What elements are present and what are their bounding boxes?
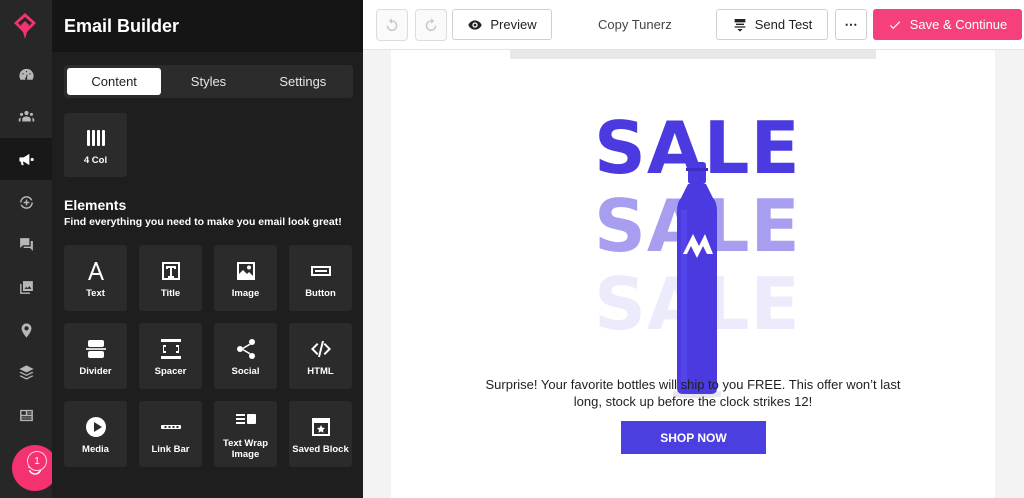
layers-icon <box>18 364 34 380</box>
check-icon <box>889 20 900 29</box>
tab-settings[interactable]: Settings <box>256 68 350 95</box>
location-icon <box>21 322 31 338</box>
preview-label: Preview <box>490 17 537 32</box>
eye-icon <box>468 19 483 30</box>
automation-icon <box>19 195 33 209</box>
rail-conversations[interactable] <box>0 223 52 265</box>
tab-styles[interactable]: Styles <box>161 68 255 95</box>
element-saved-block[interactable]: Saved Block <box>289 401 352 467</box>
element-label: Image <box>231 287 260 299</box>
redo-button[interactable] <box>415 9 447 41</box>
document-name: Copy Tunerz <box>598 17 672 32</box>
text-wrap-icon <box>235 414 256 424</box>
megaphone-icon <box>18 153 34 165</box>
rail-campaigns[interactable] <box>0 138 52 180</box>
dashboard-icon <box>18 68 34 80</box>
element-button[interactable]: Button <box>289 245 352 311</box>
notification-badge: 1 <box>27 451 47 471</box>
panel-title: Email Builder <box>64 15 180 36</box>
canvas-gutter <box>995 50 1024 498</box>
rail-locations[interactable] <box>0 309 52 351</box>
top-toolbar: Preview Copy Tunerz Send Test ⋯ Save & C… <box>363 0 1024 50</box>
rail-dashboard[interactable] <box>0 53 52 95</box>
left-rail: 1 <box>0 0 58 498</box>
text-icon <box>87 261 104 280</box>
element-label: Media <box>82 443 109 455</box>
share-icon <box>236 338 255 359</box>
rail-templates[interactable] <box>0 351 52 393</box>
undo-icon <box>386 18 398 31</box>
title-icon <box>161 261 180 280</box>
tab-content[interactable]: Content <box>67 68 162 95</box>
shop-now-button[interactable]: SHOP NOW <box>621 421 766 454</box>
newspaper-icon <box>19 409 33 421</box>
element-divider[interactable]: Divider <box>64 323 127 389</box>
redo-icon <box>425 18 437 31</box>
element-label: Saved Block <box>292 443 349 455</box>
element-label: HTML <box>307 365 334 377</box>
rail-contacts[interactable] <box>0 95 52 137</box>
element-html[interactable]: HTML <box>289 323 352 389</box>
element-text[interactable]: Text <box>64 245 127 311</box>
spacer-icon <box>160 338 181 359</box>
saved-block-icon <box>311 417 330 436</box>
panel-header: Email Builder <box>52 0 363 52</box>
email-canvas[interactable]: SALE SALE SALE Surprise! Your favorite b… <box>391 50 995 498</box>
chat-icon <box>19 237 33 251</box>
divider-icon <box>85 339 106 358</box>
element-label: Text <box>86 287 105 299</box>
gallery-icon <box>19 280 33 294</box>
button-icon <box>310 265 331 276</box>
elements-subtitle: Find everything you need to make you ema… <box>64 216 342 228</box>
element-text-wrap-image[interactable]: Text Wrap Image <box>214 401 277 467</box>
bottle-image[interactable] <box>673 162 721 398</box>
promo-text: Surprise! Your favorite bottles will shi… <box>485 377 901 409</box>
element-spacer[interactable]: Spacer <box>139 323 202 389</box>
element-label: Link Bar <box>151 443 190 455</box>
link-bar-icon <box>160 424 181 429</box>
play-icon <box>85 416 106 437</box>
rail-media[interactable] <box>0 266 52 308</box>
element-media[interactable]: Media <box>64 401 127 467</box>
send-test-label: Send Test <box>754 17 813 32</box>
element-image[interactable]: Image <box>214 245 277 311</box>
code-icon <box>310 340 331 357</box>
panel-tabs: Content Styles Settings <box>64 65 353 98</box>
save-continue-label: Save & Continue <box>909 17 1008 32</box>
more-options-button[interactable]: ⋯ <box>835 9 867 40</box>
app-logo-icon[interactable] <box>12 12 38 40</box>
preview-button[interactable]: Preview <box>452 9 552 40</box>
undo-button[interactable] <box>376 9 408 41</box>
block-4-col[interactable]: 4 Col <box>64 113 127 177</box>
save-continue-button[interactable]: Save & Continue <box>873 9 1022 40</box>
rail-reports[interactable] <box>0 394 52 436</box>
elements-heading: Elements <box>64 197 127 213</box>
element-social[interactable]: Social <box>214 323 277 389</box>
element-link-bar[interactable]: Link Bar <box>139 401 202 467</box>
send-test-button[interactable]: Send Test <box>716 9 828 40</box>
element-label: Button <box>305 287 336 299</box>
element-label: Spacer <box>154 365 187 377</box>
element-label: Text Wrap Image <box>222 438 269 460</box>
block-label: 4 Col <box>83 154 108 166</box>
element-label: Social <box>231 365 260 377</box>
previous-block-strip[interactable] <box>510 50 876 59</box>
element-label: Divider <box>79 365 112 377</box>
more-icon: ⋯ <box>844 16 858 32</box>
image-icon <box>236 261 255 280</box>
rail-automation[interactable] <box>0 181 52 223</box>
builder-panel: Email Builder Content Styles Settings 4 … <box>52 0 363 498</box>
send-test-icon <box>734 18 746 32</box>
element-title[interactable]: Title <box>139 245 202 311</box>
people-icon <box>18 110 34 121</box>
four-column-icon <box>86 129 105 146</box>
element-label: Title <box>160 287 181 299</box>
